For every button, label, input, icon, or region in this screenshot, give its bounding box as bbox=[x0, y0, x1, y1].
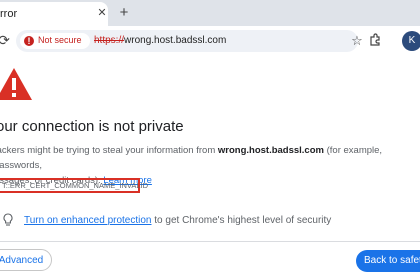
para-host: wrong.host.badssl.com bbox=[217, 145, 324, 156]
address-bar[interactable]: ! Not secure https://wrong.host.badssl.c… bbox=[16, 30, 363, 52]
url-text[interactable]: https://wrong.host.badssl.com bbox=[94, 35, 226, 46]
extensions-icon[interactable] bbox=[368, 33, 382, 47]
lightbulb-icon bbox=[3, 213, 13, 226]
divider bbox=[0, 241, 420, 242]
enhanced-protection-text: to get Chrome's highest level of securit… bbox=[151, 215, 332, 226]
tab-strip: rror ✕ + bbox=[0, 0, 420, 26]
enhanced-protection-row: Turn on enhanced protection to get Chrom… bbox=[24, 215, 331, 226]
security-chip[interactable]: ! Not secure bbox=[20, 33, 90, 49]
error-code-box[interactable]: T::ERR_CERT_COMMON_NAME_INVALID bbox=[0, 178, 148, 193]
toolbar: ⟳ ! Not secure https://wrong.host.badssl… bbox=[0, 26, 420, 56]
page-title: our connection is not private bbox=[0, 118, 184, 135]
para-start: tackers might be trying to steal your in… bbox=[0, 145, 218, 156]
error-code[interactable]: T::ERR_CERT_COMMON_NAME_INVALID bbox=[2, 181, 148, 190]
new-tab-button[interactable]: + bbox=[116, 5, 132, 21]
tab-active[interactable]: rror ✕ bbox=[0, 2, 108, 26]
enhanced-protection-link[interactable]: Turn on enhanced protection bbox=[24, 215, 152, 226]
security-chip-label: Not secure bbox=[38, 35, 82, 45]
star-icon[interactable]: ☆ bbox=[350, 34, 364, 48]
back-to-safety-button[interactable]: Back to safety bbox=[356, 250, 420, 272]
url-host: wrong.host.badssl.com bbox=[124, 35, 227, 46]
warning-triangle-icon bbox=[0, 68, 32, 100]
advanced-button[interactable]: Advanced bbox=[0, 249, 52, 271]
tab-title: rror bbox=[0, 8, 18, 20]
interstitial-page: our connection is not private tackers mi… bbox=[0, 56, 420, 280]
warning-icon: ! bbox=[24, 36, 34, 46]
reload-icon[interactable]: ⟳ bbox=[0, 32, 12, 48]
avatar[interactable]: K bbox=[402, 31, 420, 51]
url-scheme: https:// bbox=[94, 35, 125, 46]
close-icon[interactable]: ✕ bbox=[94, 5, 110, 21]
